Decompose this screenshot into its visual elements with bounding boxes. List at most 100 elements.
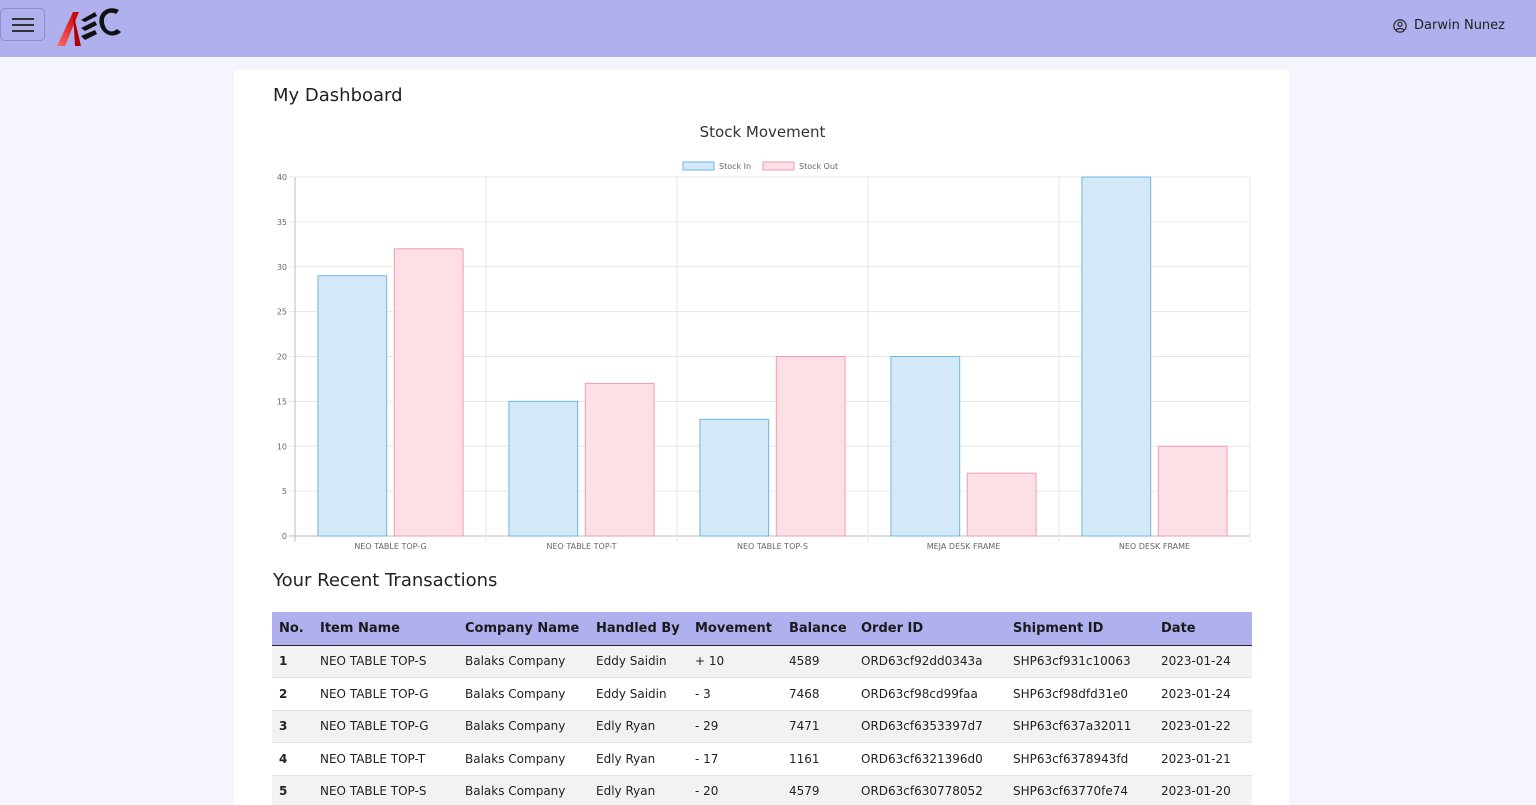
- menu-toggle-button[interactable]: [0, 8, 45, 41]
- column-header: No.: [272, 612, 313, 646]
- table-cell: SHP63cf637a32011: [1006, 710, 1154, 743]
- column-header: Handled By: [589, 612, 688, 646]
- transactions-table: No. Item Name Company Name Handled By Moveme…: [272, 612, 1252, 805]
- user-name: Darwin Nunez: [1414, 18, 1505, 33]
- bar-stock-out: [775, 356, 846, 537]
- x-tick-label: MEJA DESK FRAME: [927, 542, 1001, 551]
- table-cell: - 29: [688, 710, 782, 743]
- column-header: Balance: [782, 612, 854, 646]
- column-header: Date: [1154, 612, 1252, 646]
- y-tick-label: 10: [277, 442, 287, 451]
- column-header: Order ID: [854, 612, 1006, 646]
- x-tick-label: NEO TABLE TOP-G: [354, 542, 426, 551]
- user-menu[interactable]: Darwin Nunez: [1393, 18, 1505, 33]
- table-row: 1 NEO TABLE TOP-S Balaks Company Eddy Saidi…: [272, 645, 1252, 678]
- table-cell: 1161: [782, 742, 854, 776]
- hamburger-icon-line: [12, 18, 34, 20]
- y-tick-label: 30: [277, 263, 287, 272]
- table-cell: ORD63cf98cd99faa: [854, 677, 1006, 711]
- page-title: My Dashboard: [273, 85, 403, 106]
- y-tick-label: 35: [277, 218, 287, 227]
- table-cell: 2023-01-22: [1154, 710, 1252, 743]
- y-tick-label: 20: [277, 353, 287, 362]
- x-tick-label: NEO DESK FRAME: [1119, 542, 1190, 551]
- table-cell: Balaks Company: [458, 645, 589, 678]
- bar-stock-in: [1081, 176, 1152, 537]
- chart-title: Stock Movement: [700, 123, 826, 141]
- hamburger-icon-line: [12, 24, 34, 26]
- table-cell: ORD63cf6353397d7: [854, 710, 1006, 743]
- stock-movement-chart: Stock Movement Stock In Stock Out 0 5 10 15 20 2…: [277, 123, 1251, 551]
- table-cell: Balaks Company: [458, 775, 589, 805]
- table-cell: Edly Ryan: [589, 775, 688, 805]
- table-cell: SHP63cf931c10063: [1006, 645, 1154, 678]
- bar-stock-in: [508, 400, 579, 537]
- table-cell: SHP63cf63770fe74: [1006, 775, 1154, 805]
- table-cell: Edly Ryan: [589, 710, 688, 743]
- y-tick-label: 25: [277, 308, 287, 317]
- table-cell: 2: [272, 677, 313, 711]
- bar-stock-in: [890, 356, 961, 537]
- legend-swatch-0: [682, 161, 715, 171]
- table-cell: Eddy Saidin: [589, 677, 688, 711]
- table-row: 5 NEO TABLE TOP-S Balaks Company Edly Ryan -…: [272, 775, 1252, 805]
- table-cell: - 20: [688, 775, 782, 805]
- bar-stock-in: [699, 418, 770, 537]
- table-cell: NEO TABLE TOP-S: [313, 775, 458, 805]
- table-cell: SHP63cf6378943fd: [1006, 742, 1154, 776]
- table-row: 3 NEO TABLE TOP-G Balaks Company Edly Ryan -…: [272, 710, 1252, 743]
- table-cell: 4: [272, 742, 313, 776]
- user-circle-icon: [1393, 18, 1407, 33]
- column-header: Shipment ID: [1006, 612, 1154, 646]
- column-header: Item Name: [313, 612, 458, 646]
- y-tick-label: 40: [277, 173, 287, 182]
- table-cell: + 10: [688, 645, 782, 678]
- table-cell: - 3: [688, 677, 782, 711]
- table-cell: Balaks Company: [458, 677, 589, 711]
- table-cell: 2023-01-20: [1154, 775, 1252, 805]
- table-cell: 4579: [782, 775, 854, 805]
- table-cell: 7468: [782, 677, 854, 711]
- legend-label-0: Stock In: [719, 162, 751, 171]
- table-cell: ORD63cf6321396d0: [854, 742, 1006, 776]
- top-navbar: Darwin Nunez: [0, 0, 1536, 57]
- y-tick-label: 0: [282, 532, 287, 541]
- table-cell: NEO TABLE TOP-T: [313, 742, 458, 776]
- table-cell: Eddy Saidin: [589, 645, 688, 678]
- table-cell: ORD63cf92dd0343a: [854, 645, 1006, 678]
- column-header: Company Name: [458, 612, 589, 646]
- bar-stock-out: [1157, 445, 1228, 537]
- table-cell: 1: [272, 645, 313, 678]
- transactions-title: Your Recent Transactions: [273, 570, 498, 591]
- table-cell: 2023-01-24: [1154, 645, 1252, 678]
- dashboard-card: My Dashboard Stock Movement Stock In Stock…: [234, 70, 1289, 805]
- table-cell: 2023-01-24: [1154, 677, 1252, 711]
- x-tick-label: NEO TABLE TOP-S: [737, 542, 808, 551]
- brand-logo[interactable]: [55, 2, 125, 52]
- table-cell: NEO TABLE TOP-G: [313, 710, 458, 743]
- table-cell: - 17: [688, 742, 782, 776]
- bar-stock-out: [393, 248, 464, 537]
- table-cell: 2023-01-21: [1154, 742, 1252, 776]
- x-tick-label: NEO TABLE TOP-T: [546, 542, 616, 551]
- table-row: 4 NEO TABLE TOP-T Balaks Company Edly Ryan -…: [272, 742, 1252, 776]
- table-cell: NEO TABLE TOP-S: [313, 645, 458, 678]
- table-cell: Edly Ryan: [589, 742, 688, 776]
- table-cell: ORD63cf630778052: [854, 775, 1006, 805]
- table-cell: 7471: [782, 710, 854, 743]
- table-cell: SHP63cf98dfd31e0: [1006, 677, 1154, 711]
- legend-swatch-1: [762, 161, 795, 171]
- bar-stock-out: [966, 472, 1037, 537]
- bar-stock-out: [584, 382, 655, 537]
- table-cell: Balaks Company: [458, 710, 589, 743]
- y-tick-label: 15: [277, 397, 287, 406]
- table-cell: Balaks Company: [458, 742, 589, 776]
- table-header-row: No. Item Name Company Name Handled By Moveme…: [272, 612, 1252, 646]
- column-header: Movement: [688, 612, 782, 646]
- table-row: 2 NEO TABLE TOP-G Balaks Company Eddy Saidi…: [272, 677, 1252, 711]
- legend-label-1: Stock Out: [799, 162, 838, 171]
- table-cell: NEO TABLE TOP-G: [313, 677, 458, 711]
- hamburger-icon-line: [12, 30, 34, 32]
- y-tick-label: 5: [282, 487, 287, 496]
- table-cell: 5: [272, 775, 313, 805]
